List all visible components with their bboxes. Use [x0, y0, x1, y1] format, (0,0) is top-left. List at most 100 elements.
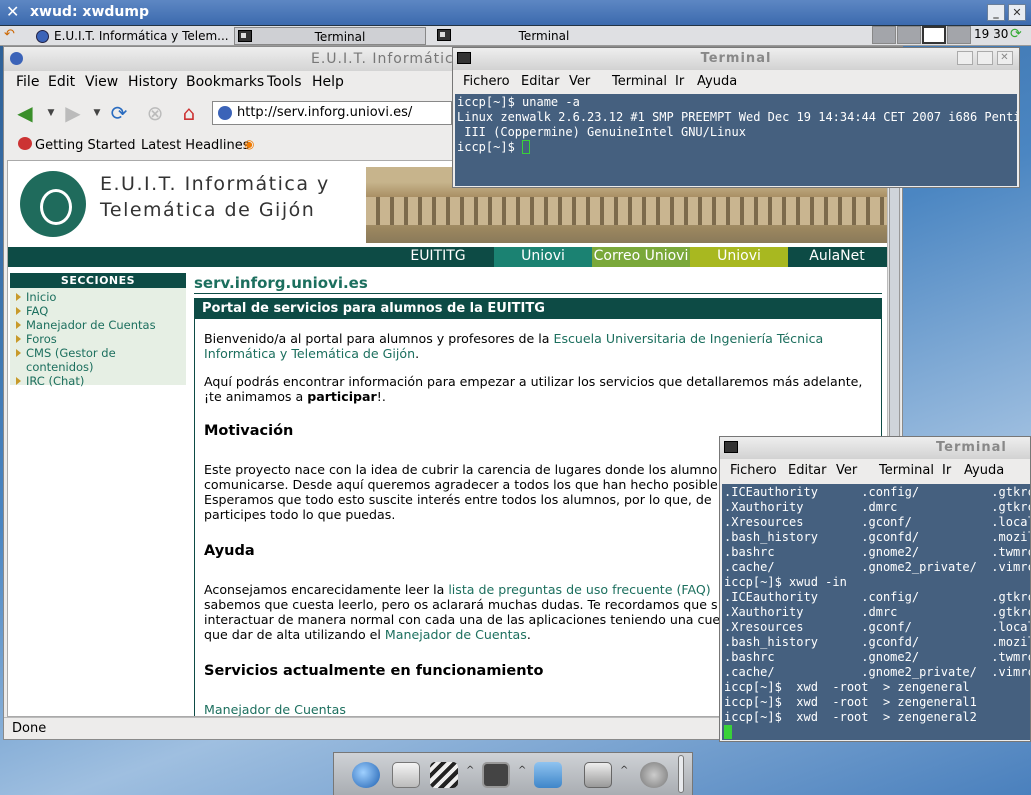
escuela-link[interactable]: Escuela Universitaria de Ingeniería Técn… — [553, 331, 823, 346]
menu-ir[interactable]: Ir — [942, 463, 951, 478]
menu-file[interactable]: File — [16, 74, 39, 90]
terminal1-title: Terminal — [700, 51, 772, 66]
terminal-line: .bashrc .gnome2/ .twmrc — [724, 650, 1030, 664]
menu-terminal[interactable]: Terminal — [612, 74, 667, 89]
globe-icon — [36, 30, 49, 43]
terminal-launcher-icon[interactable] — [482, 762, 510, 788]
menu-view[interactable]: View — [85, 74, 118, 90]
chevron-up-icon[interactable]: ^ — [518, 765, 526, 776]
reload-icon[interactable]: ⟳ — [106, 101, 132, 125]
video-icon[interactable] — [430, 762, 458, 788]
page-heading: serv.inforg.uniovi.es — [194, 274, 368, 292]
terminal-window-1: Terminal ✕ Fichero Editar Ver Terminal I… — [452, 47, 1020, 188]
task-terminal-1[interactable]: Terminal — [234, 27, 426, 45]
section-cms-cont[interactable]: contenidos) — [26, 360, 94, 374]
trash-icon[interactable] — [584, 762, 612, 788]
menu-ayuda[interactable]: Ayuda — [964, 463, 1004, 478]
nav-uniovi-2[interactable]: Uniovi — [690, 247, 788, 267]
terminal2-output[interactable]: .ICEauthority .config/ .gtkrc .Xauthority… — [722, 484, 1030, 740]
menu-ir[interactable]: Ir — [675, 74, 684, 89]
mail-icon[interactable] — [392, 762, 420, 788]
bookmark-getting-started[interactable]: Getting Started — [35, 138, 136, 153]
stop-icon[interactable]: ⊗ — [142, 101, 168, 125]
menu-arrow-icon[interactable]: ↶ — [4, 27, 15, 42]
escuela-link-2[interactable]: Informática y Telemática de Gijón — [204, 346, 415, 361]
nav-aulanet[interactable]: AulaNet — [788, 247, 886, 267]
menu-fichero[interactable]: Fichero — [463, 74, 510, 89]
terminal-line: .ICEauthority .config/ .gtkrc — [724, 590, 1030, 604]
terminal-line: III (Coppermine) GenuineIntel GNU/Linux — [457, 125, 746, 139]
workspace-3[interactable] — [922, 26, 946, 44]
terminal-line: .ICEauthority .config/ .gtkrc — [724, 485, 1030, 499]
taskbar: ↶ E.U.I.T. Informática y Telem... Termin… — [0, 26, 1031, 46]
firefox-icon — [10, 52, 23, 65]
chevron-up-icon[interactable]: ^ — [620, 765, 628, 776]
menu-ver[interactable]: Ver — [569, 74, 590, 89]
terminal-prompt-line: iccp[~]$ — [457, 140, 1015, 155]
section-inicio[interactable]: Inicio — [16, 290, 56, 304]
volume-icon[interactable] — [640, 762, 668, 788]
scroll-thumb[interactable] — [889, 160, 900, 450]
section-irc[interactable]: IRC (Chat) — [16, 374, 84, 388]
menu-ayuda[interactable]: Ayuda — [697, 74, 737, 89]
back-button-icon[interactable]: ◀ — [12, 101, 38, 125]
workspace-1[interactable] — [872, 26, 896, 44]
minimize-button[interactable]: _ — [987, 4, 1005, 21]
section-faq[interactable]: FAQ — [16, 304, 48, 318]
terminal-line: .bashrc .gnome2/ .twmrc — [724, 545, 1030, 559]
section-cms[interactable]: CMS (Gestor de — [16, 346, 116, 360]
close-button[interactable]: ✕ — [1008, 4, 1026, 21]
terminal1-titlebar[interactable]: Terminal ✕ — [453, 48, 1019, 70]
terminal-line: .Xauthority .dmrc .gtkrc-2 — [724, 605, 1030, 619]
menu-editar[interactable]: Editar — [788, 463, 827, 478]
chevron-up-icon[interactable]: ^ — [466, 765, 474, 776]
minimize-button[interactable] — [957, 51, 973, 65]
browser-icon[interactable] — [352, 762, 380, 788]
menu-editar[interactable]: Editar — [521, 74, 560, 89]
terminal2-titlebar[interactable]: Terminal — [720, 437, 1030, 459]
menu-bookmarks[interactable]: Bookmarks — [186, 74, 264, 90]
menu-help[interactable]: Help — [312, 74, 344, 90]
task-firefox[interactable]: E.U.I.T. Informática y Telem... — [34, 27, 230, 45]
menu-ver[interactable]: Ver — [836, 463, 857, 478]
nav-uniovi[interactable]: Uniovi — [494, 247, 592, 267]
terminal1-output[interactable]: iccp[~]$ uname -a Linux zenwalk 2.6.23.12… — [455, 94, 1017, 186]
sections-header: SECCIONES — [10, 273, 186, 288]
home-icon[interactable]: ⌂ — [176, 101, 202, 125]
forward-button-icon[interactable]: ▶ — [60, 101, 86, 125]
portal-header: Portal de servicios para alumnos de la E… — [195, 299, 881, 319]
task-label: Terminal — [518, 29, 570, 43]
status-text: Done — [12, 721, 47, 736]
terminal-window-2: Terminal Fichero Editar Ver Terminal Ir … — [719, 436, 1031, 742]
clock: 19 30 — [974, 27, 1009, 41]
task-terminal-2[interactable]: Terminal — [434, 27, 634, 45]
terminal-prompt-line — [724, 725, 1028, 740]
menu-edit[interactable]: Edit — [48, 74, 75, 90]
file-search-icon[interactable] — [534, 762, 562, 788]
bookmark-latest-headlines[interactable]: Latest Headlines — [141, 138, 250, 153]
section-manejador[interactable]: Manejador de Cuentas — [16, 318, 156, 332]
manejador-link[interactable]: Manejador de Cuentas — [385, 627, 527, 642]
terminal-icon — [724, 441, 738, 453]
workspace-4[interactable] — [947, 26, 971, 44]
menu-tools[interactable]: Tools — [267, 74, 302, 90]
url-bar[interactable]: http://serv.inforg.uniovi.es/ — [212, 101, 452, 125]
menu-fichero[interactable]: Fichero — [730, 463, 777, 478]
refresh-icon[interactable]: ⟳ — [1010, 26, 1022, 42]
nav-correo-uniovi[interactable]: Correo Uniovi — [592, 247, 690, 267]
site-favicon-icon — [218, 106, 232, 120]
task-label: E.U.I.T. Informática y Telem... — [54, 29, 229, 43]
terminal-line: .Xauthority .dmrc .gtkrc-2 — [724, 500, 1030, 514]
heading-rule — [194, 293, 882, 294]
menu-history[interactable]: History — [128, 74, 178, 90]
volume-slider[interactable] — [678, 755, 684, 793]
faq-link[interactable]: lista de preguntas de uso frecuente (FAQ… — [448, 582, 710, 597]
menu-terminal[interactable]: Terminal — [879, 463, 934, 478]
workspace-2[interactable] — [897, 26, 921, 44]
section-foros[interactable]: Foros — [16, 332, 57, 346]
rss-icon: ◉ — [244, 137, 255, 151]
maximize-button[interactable] — [977, 51, 993, 65]
nav-euititg[interactable]: EUITITG — [388, 247, 488, 267]
xwud-titlebar[interactable]: ✕ xwud: xwdump _ ✕ — [0, 0, 1031, 26]
close-button[interactable]: ✕ — [997, 51, 1013, 65]
